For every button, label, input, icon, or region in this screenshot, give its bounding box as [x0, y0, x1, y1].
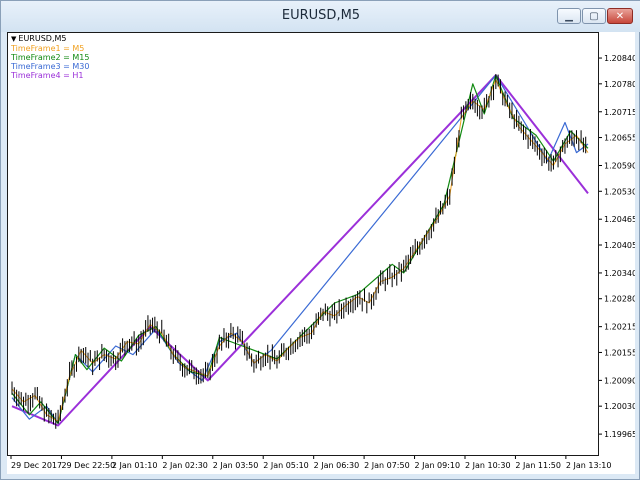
- chart-window: EURUSD,M5 ▁ ▢ ✕ 1.20840 1.20780 1.20715 1.2…: [0, 0, 640, 480]
- minimize-button[interactable]: ▁: [557, 8, 581, 24]
- price-tick-label: 1.20465: [604, 215, 635, 224]
- title-bar[interactable]: EURUSD,M5 ▁ ▢ ✕: [1, 1, 640, 32]
- dropdown-triangle-icon[interactable]: ▼: [11, 35, 16, 43]
- price-tick-label: 1.20780: [604, 80, 635, 89]
- time-tick-label: 2 Jan 06:30: [314, 461, 360, 470]
- time-tick-label: 2 Jan 03:50: [213, 461, 259, 470]
- price-tick-label: 1.20590: [604, 161, 635, 170]
- time-tick-label: 29 Dec 22:50: [61, 461, 115, 470]
- price-tick-label: 1.20280: [604, 295, 635, 304]
- time-tick-label: 2 Jan 09:10: [415, 461, 461, 470]
- legend-item-tf3: TimeFrame3 = M30: [11, 62, 89, 71]
- series-line-2: [11, 74, 589, 424]
- price-tick-label: 1.20030: [604, 402, 635, 411]
- legend-item-tf2: TimeFrame2 = M15: [11, 53, 89, 62]
- price-tick-label: 1.20655: [604, 134, 635, 143]
- legend-label: TimeFrame4 = H1: [11, 71, 84, 80]
- time-tick-label: 29 Dec 2017: [11, 461, 62, 470]
- price-tick-label: 1.20405: [604, 241, 635, 250]
- price-bars: [11, 74, 587, 429]
- price-chart: [11, 74, 589, 429]
- price-tick-label: 1.20840: [604, 54, 635, 63]
- time-tick-label: 2 Jan 05:10: [263, 461, 309, 470]
- maximize-button[interactable]: ▢: [582, 8, 606, 24]
- price-tick-label: 1.19965: [604, 430, 635, 439]
- series-line-4: [11, 79, 589, 422]
- price-tick-label: 1.20155: [604, 348, 635, 357]
- time-tick-label: 2 Jan 01:10: [112, 461, 158, 470]
- price-scale-labels: 1.20840 1.20780 1.20715 1.20655 1.20590 1.205…: [599, 54, 637, 439]
- price-tick-label: 1.20340: [604, 269, 635, 278]
- time-tick-label: 2 Jan 10:30: [465, 461, 511, 470]
- time-tick-label: 2 Jan 13:10: [566, 461, 612, 470]
- time-tick-label: 2 Jan 07:50: [364, 461, 410, 470]
- time-axis[interactable]: 29 Dec 2017 29 Dec 22:50 2 Jan 01:10 2 Jan …: [7, 456, 635, 474]
- time-axis-labels: 29 Dec 2017 29 Dec 22:502 Jan 01:10 2 Jan …: [10, 456, 612, 470]
- window-title: EURUSD,M5: [281, 8, 361, 23]
- indicator-legend: ▼ EURUSD,M5 TimeFrame1 = M5 TimeFrame2 = …: [11, 34, 89, 80]
- legend-label: TimeFrame2 = M15: [11, 53, 90, 62]
- time-tick-label: 2 Jan 11:50: [515, 461, 561, 470]
- series-line-3: [11, 74, 589, 424]
- series-line-1: [11, 74, 589, 427]
- symbol-label-row: ▼ EURUSD,M5: [11, 34, 89, 44]
- time-tick-label: 2 Jan 02:30: [162, 461, 208, 470]
- chart-plot-area[interactable]: [7, 32, 599, 456]
- price-tick-label: 1.20090: [604, 376, 635, 385]
- price-tick-label: 1.20530: [604, 187, 635, 196]
- price-tick-label: 1.20215: [604, 323, 635, 332]
- legend-item-tf1: TimeFrame1 = M5: [11, 44, 89, 53]
- legend-item-tf4: TimeFrame4 = H1: [11, 71, 89, 80]
- price-tick-label: 1.20715: [604, 108, 635, 117]
- legend-label: TimeFrame3 = M30: [11, 62, 90, 71]
- legend-label: TimeFrame1 = M5: [11, 44, 85, 53]
- price-scale[interactable]: 1.20840 1.20780 1.20715 1.20655 1.20590 1.205…: [599, 32, 637, 456]
- close-button[interactable]: ✕: [607, 8, 633, 24]
- chart-symbol-label: EURUSD,M5: [18, 34, 67, 43]
